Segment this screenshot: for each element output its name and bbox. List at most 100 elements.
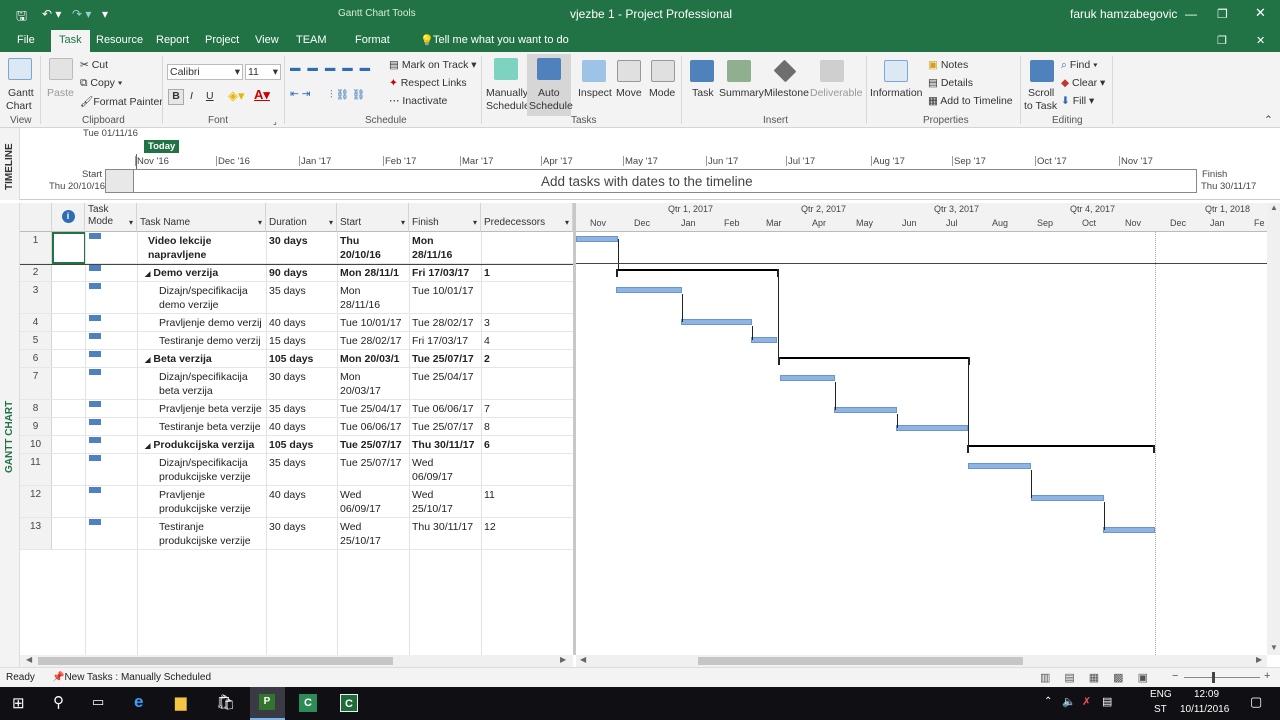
- zoom-out-icon[interactable]: −: [1172, 670, 1178, 682]
- notes-button[interactable]: ▣ Notes: [928, 59, 968, 71]
- table-row[interactable]: 12 Pravljenje produkcijske verzije 40 days W…: [20, 486, 573, 518]
- row-number[interactable]: 11: [20, 454, 52, 485]
- highlight-color-icon[interactable]: ◈▾: [228, 88, 245, 104]
- zoom-slider[interactable]: [1184, 677, 1260, 678]
- cell-finish[interactable]: Tue 25/07/17: [409, 420, 481, 434]
- gantt-bar[interactable]: [834, 407, 897, 413]
- language-indicator[interactable]: ENG: [1150, 689, 1172, 700]
- milestone-button[interactable]: Milestone: [764, 87, 809, 99]
- paste-icon[interactable]: [49, 58, 73, 80]
- outdent-icon[interactable]: ⇤ ⇥: [290, 88, 311, 100]
- respect-links-button[interactable]: ✦ Respect Links: [389, 77, 467, 89]
- cell-finish[interactable]: Wed 06/09/17: [409, 456, 481, 484]
- cell-name[interactable]: Pravljenje produkcijske verzije: [156, 488, 266, 516]
- deliverable-icon[interactable]: [820, 60, 844, 82]
- cell-duration[interactable]: 30 days: [266, 234, 337, 248]
- cell-duration[interactable]: 40 days: [266, 316, 337, 330]
- tab-team[interactable]: TEAM: [296, 34, 327, 46]
- edge-browser-icon[interactable]: e: [134, 692, 143, 712]
- gantt-bar[interactable]: [1103, 527, 1155, 533]
- view-shortcut-icons[interactable]: ▥▤▦▩▣: [1040, 671, 1162, 684]
- cell-start[interactable]: Mon 28/11/1: [337, 266, 409, 280]
- cell-start[interactable]: Tue 25/04/17: [337, 402, 409, 416]
- cell-pred[interactable]: 6: [481, 438, 573, 452]
- cell-finish[interactable]: Tue 10/01/17: [409, 284, 481, 298]
- cell-name[interactable]: Testiranje beta verzije: [156, 420, 266, 434]
- gantt-chart-icon[interactable]: [8, 58, 32, 80]
- chart-horizontal-scrollbar[interactable]: ◀ ▶: [576, 655, 1267, 667]
- summary-bar[interactable]: [967, 445, 1155, 447]
- underline-button[interactable]: U: [206, 90, 214, 102]
- gantt-chart-label[interactable]: Gantt: [8, 87, 34, 99]
- collapse-toggle-icon[interactable]: ◢: [145, 443, 150, 450]
- new-tasks-mode[interactable]: 📌New Tasks : Manually Scheduled: [52, 672, 211, 683]
- tray-chevron-icon[interactable]: ⌃: [1044, 696, 1052, 707]
- copy-button[interactable]: ⧉ Copy ▾: [80, 77, 122, 90]
- cell-pred[interactable]: 12: [481, 520, 573, 534]
- zoom-in-icon[interactable]: +: [1264, 670, 1270, 682]
- tab-resource[interactable]: Resource: [96, 34, 143, 46]
- cell-start[interactable]: Thu 20/10/16: [337, 234, 409, 262]
- cell-name[interactable]: Pravljenje demo verzij: [156, 316, 266, 330]
- font-dialog-launcher-icon[interactable]: ⌟: [273, 117, 277, 126]
- action-center-icon[interactable]: ▢: [1250, 694, 1262, 710]
- cell-start[interactable]: Tue 25/07/17: [337, 438, 409, 452]
- zoom-slider-thumb[interactable]: [1212, 672, 1215, 683]
- close-document-icon[interactable]: ✕: [1256, 34, 1265, 47]
- close-icon[interactable]: ✕: [1255, 5, 1266, 21]
- row-number[interactable]: 1: [20, 232, 52, 263]
- cut-button[interactable]: ✂ Cut: [80, 59, 108, 71]
- search-icon[interactable]: ⚲: [53, 693, 64, 711]
- gantt-bar[interactable]: [576, 236, 618, 242]
- project-taskbar-button[interactable]: P: [250, 687, 285, 720]
- cell-finish[interactable]: Tue 28/02/17: [409, 316, 481, 330]
- row-number[interactable]: 12: [20, 486, 52, 517]
- cell-pred[interactable]: 11: [481, 488, 573, 502]
- scroll-to-task-label-2[interactable]: to Task: [1024, 100, 1057, 112]
- task-view-icon[interactable]: ▭: [92, 694, 104, 710]
- task-mode-column-header[interactable]: Task Mode ▾: [85, 203, 137, 232]
- task-insert-button[interactable]: Task: [692, 87, 714, 99]
- cell-finish[interactable]: Fri 17/03/17: [409, 266, 481, 280]
- cell-name[interactable]: Testiranje produkcijske verzije: [156, 520, 266, 548]
- table-row[interactable]: 8 Pravljenje beta verzije 35 days Tue 25/04…: [20, 400, 573, 418]
- row-number[interactable]: 10: [20, 436, 52, 453]
- find-button[interactable]: ⌕ Find ▾: [1061, 59, 1098, 72]
- table-row[interactable]: 11 Dizajn/specifikacija produkcijske verzi…: [20, 454, 573, 486]
- timeline-bar[interactable]: Add tasks with dates to the timeline: [105, 169, 1197, 193]
- information-icon[interactable]: [884, 60, 908, 82]
- cell-name[interactable]: ◢ Beta verzija: [142, 352, 266, 368]
- tab-task[interactable]: Task: [51, 30, 90, 52]
- timeline-view[interactable]: Tue 01/11/16 Today Nov '16 Dec '16 Jan '17…: [20, 128, 1280, 200]
- user-name[interactable]: faruk hamzabegovic: [1070, 7, 1177, 21]
- finish-column-header[interactable]: Finish ▾: [409, 203, 481, 232]
- table-row[interactable]: 6 ◢ Beta verzija 105 days Mon 20/03/1 Tue 25/…: [20, 350, 573, 368]
- row-number[interactable]: 9: [20, 418, 52, 435]
- start-column-header[interactable]: Start ▾: [337, 203, 409, 232]
- cell-name[interactable]: Video lekcije napravljene: [145, 234, 266, 262]
- volume-icon[interactable]: 🔈: [1062, 695, 1076, 708]
- camtasia-icon[interactable]: C: [299, 694, 317, 712]
- font-name-select[interactable]: Calibri ▾: [167, 64, 243, 80]
- tell-me-box[interactable]: Tell me what you want to do: [433, 34, 569, 46]
- cell-duration[interactable]: 30 days: [266, 520, 337, 534]
- table-row[interactable]: 10 ◢ Produkcijska verzija 105 days Tue 25/07…: [20, 436, 573, 454]
- collapse-ribbon-icon[interactable]: ⌃: [1264, 114, 1273, 126]
- cell-name[interactable]: Dizajn/specifikacija produkcijske verzije: [156, 456, 266, 484]
- cell-pred[interactable]: 7: [481, 402, 573, 416]
- language-indicator-2[interactable]: ST: [1154, 704, 1167, 715]
- tab-format[interactable]: Format: [355, 34, 390, 46]
- row-number[interactable]: 8: [20, 400, 52, 417]
- mode-button[interactable]: Mode: [649, 87, 675, 99]
- undo-icon[interactable]: ↶ ▾: [42, 7, 61, 21]
- table-row[interactable]: 1 Video lekcije napravljene 30 days Thu 20/10…: [20, 232, 573, 264]
- cell-start[interactable]: Mon 20/03/1: [337, 352, 409, 366]
- cell-duration[interactable]: 105 days: [266, 352, 337, 366]
- cell-finish[interactable]: Thu 30/11/17: [409, 520, 481, 534]
- percent-complete-icons[interactable]: ▬ ▬ ▬ ▬ ▬: [290, 62, 372, 74]
- summary-bar[interactable]: [778, 357, 970, 359]
- manually-schedule-label-2[interactable]: Schedule: [486, 100, 530, 112]
- milestone-icon[interactable]: [773, 59, 797, 83]
- move-icon[interactable]: [617, 60, 641, 82]
- cell-start[interactable]: Tue 06/06/17: [337, 420, 409, 434]
